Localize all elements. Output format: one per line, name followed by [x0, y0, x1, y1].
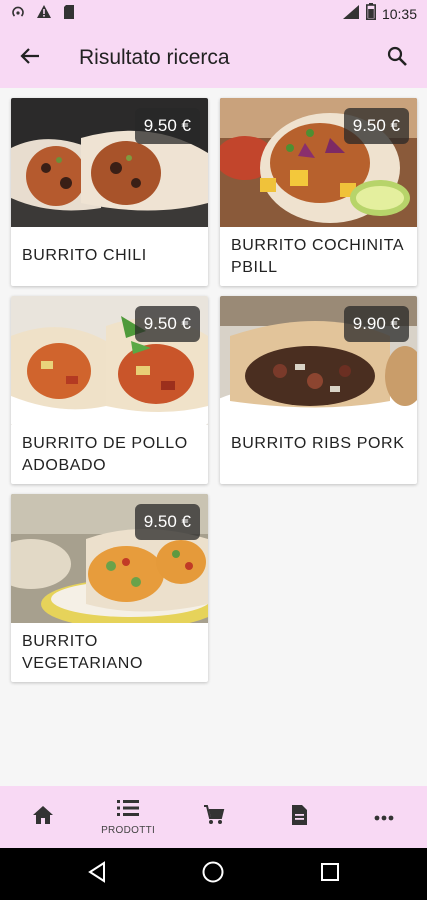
- price-badge: 9.50 €: [134, 504, 200, 540]
- android-nav-bar: [0, 848, 427, 900]
- hotspot-icon: [10, 4, 26, 25]
- app-bar: Risultato ricerca: [0, 28, 427, 88]
- sim-card-icon: [62, 4, 76, 25]
- search-icon: [386, 45, 408, 72]
- product-image: 9.50 €: [220, 98, 417, 227]
- product-name: BURRITO RIBS PORK: [231, 435, 405, 452]
- nav-cart[interactable]: [171, 786, 256, 848]
- nav-back-icon[interactable]: [87, 860, 107, 888]
- product-image: 9.90 €: [220, 296, 417, 425]
- more-icon: [374, 808, 394, 826]
- product-name: BURRITO VEGETARIANO: [22, 633, 143, 672]
- product-card-burrito-vegetariano[interactable]: 9.50 € BURRITO VEGETARIANO: [11, 494, 208, 682]
- nav-recents-icon[interactable]: [320, 862, 340, 887]
- product-name: BURRITO DE POLLO ADOBADO: [22, 435, 188, 474]
- nav-prodotti[interactable]: PRODOTTI: [85, 786, 170, 848]
- status-left-icons: [10, 4, 76, 25]
- nav-label-prodotti: PRODOTTI: [101, 824, 156, 836]
- arrow-back-icon: [19, 45, 41, 72]
- nav-more[interactable]: [342, 786, 427, 848]
- nav-home[interactable]: [0, 786, 85, 848]
- product-card-burrito-de-pollo-adobado[interactable]: 9.50 € BURRITO DE POLLO ADOBADO: [11, 296, 208, 484]
- status-bar: 10:35: [0, 0, 427, 28]
- search-button[interactable]: [367, 28, 427, 88]
- product-card-burrito-cochinita[interactable]: 9.50 € BURRITO COCHINITA PBILL: [220, 98, 417, 286]
- bottom-nav: PRODOTTI: [0, 786, 427, 848]
- price-badge: 9.90 €: [343, 306, 409, 342]
- product-image: 9.50 €: [11, 98, 208, 227]
- product-card-burrito-ribs-pork[interactable]: 9.90 € BURRITO RIBS PORK: [220, 296, 417, 484]
- product-image: 9.50 €: [11, 494, 208, 623]
- nav-home-circle-icon[interactable]: [201, 860, 225, 889]
- status-time: 10:35: [381, 6, 417, 22]
- battery-icon: [365, 3, 376, 25]
- warning-icon: [36, 4, 52, 25]
- status-right-icons: 10:35: [342, 3, 417, 25]
- price-badge: 9.50 €: [134, 108, 200, 144]
- page-title: Risultato ricerca: [79, 46, 230, 69]
- nav-documents[interactable]: [256, 786, 341, 848]
- product-card-burrito-chili[interactable]: 9.50 € BURRITO CHILI: [11, 98, 208, 286]
- home-icon: [32, 805, 54, 830]
- list-icon: [117, 799, 140, 822]
- product-name: BURRITO COCHINITA PBILL: [231, 237, 404, 276]
- back-button[interactable]: [0, 28, 60, 88]
- cart-icon: [203, 804, 225, 831]
- price-badge: 9.50 €: [343, 108, 409, 144]
- product-name: BURRITO CHILI: [22, 247, 147, 264]
- document-icon: [290, 804, 308, 831]
- product-image: 9.50 €: [11, 296, 208, 425]
- product-grid: 9.50 € BURRITO CHILI 9.50 € BURRITO COCH…: [0, 88, 427, 786]
- signal-icon: [342, 4, 360, 25]
- price-badge: 9.50 €: [134, 306, 200, 342]
